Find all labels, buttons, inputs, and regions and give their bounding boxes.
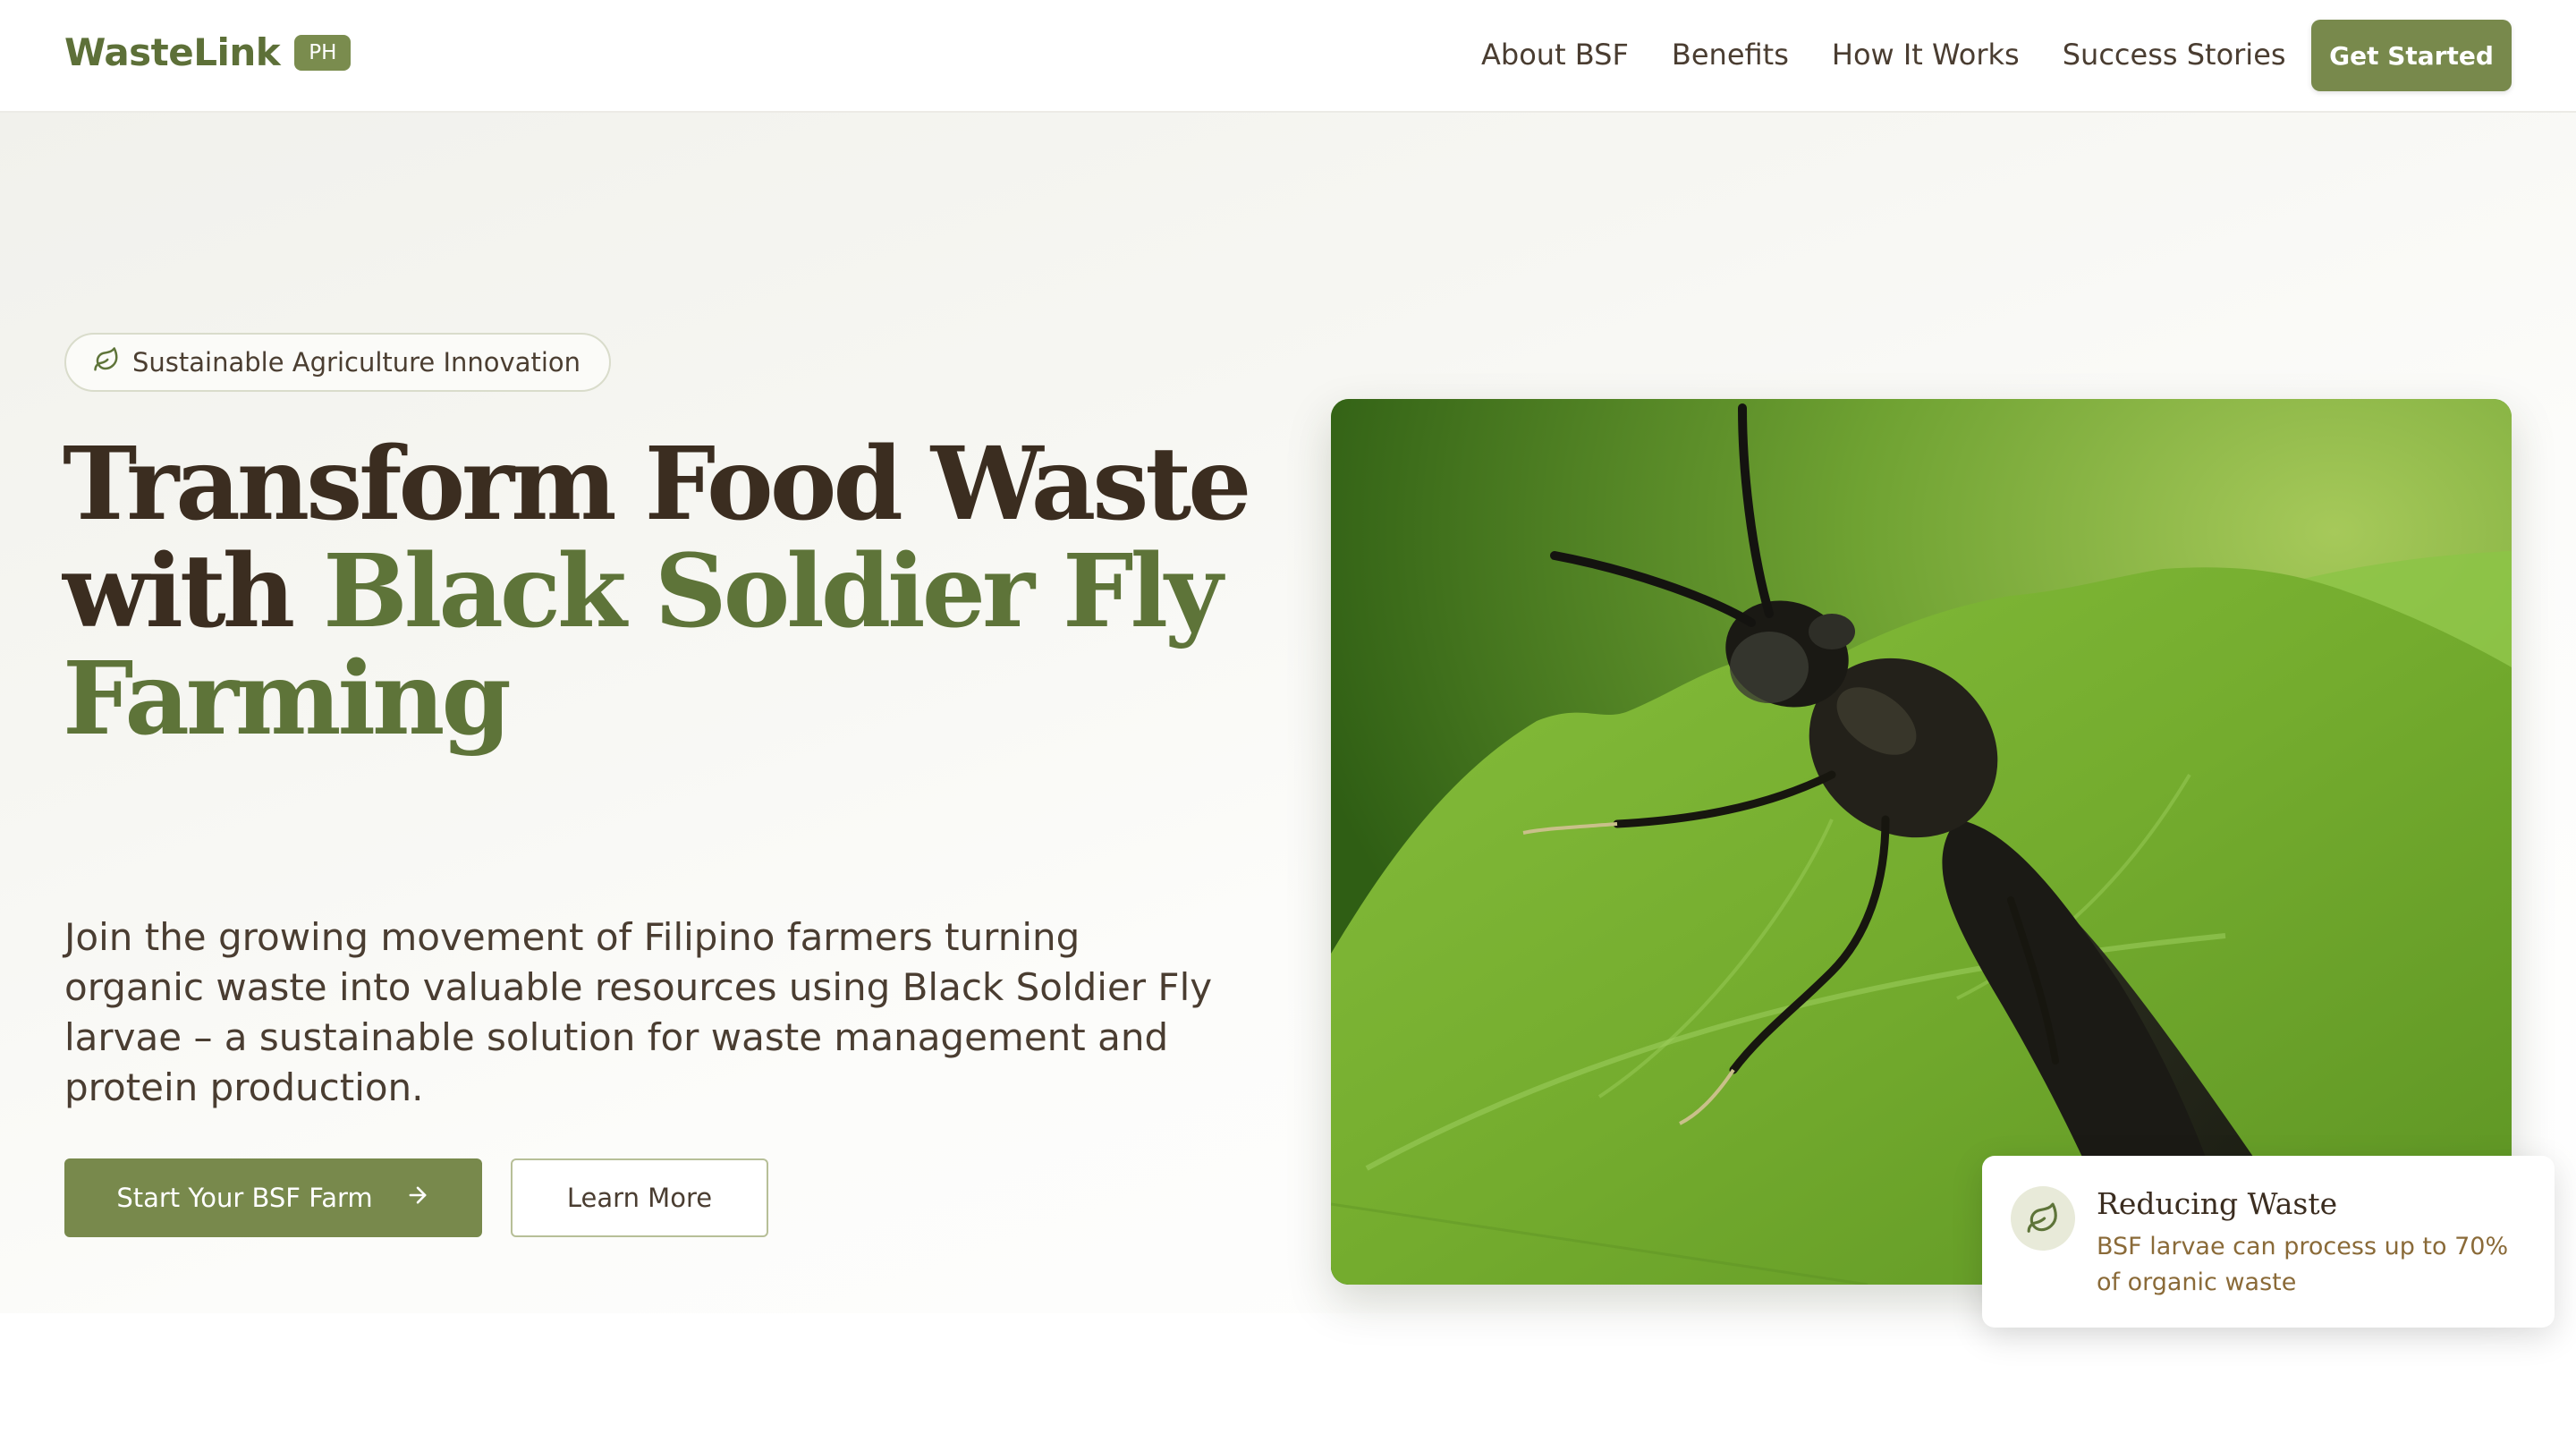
learn-more-button[interactable]: Learn More xyxy=(511,1158,768,1237)
info-card-title: Reducing Waste xyxy=(2097,1186,2338,1221)
leaf-icon xyxy=(2011,1186,2075,1251)
innovation-pill-badge: Sustainable Agriculture Innovation xyxy=(64,333,612,392)
black-soldier-fly-photo xyxy=(1331,399,2512,1285)
start-bsf-farm-label: Start Your BSF Farm xyxy=(116,1183,373,1213)
arrow-right-icon xyxy=(373,1183,430,1214)
hero-description: Join the growing movement of Filipino fa… xyxy=(64,915,1213,1109)
nav-link-success-stories[interactable]: Success Stories xyxy=(2063,34,2286,75)
brand-name: WasteLink xyxy=(64,30,281,74)
pill-label: Sustainable Agriculture Innovation xyxy=(132,347,581,378)
nav-link-how-it-works[interactable]: How It Works xyxy=(1832,34,2020,75)
hero-headline: Transform Food Waste with Black Soldier … xyxy=(63,431,1315,753)
nav-link-about-bsf[interactable]: About BSF xyxy=(1481,34,1629,75)
nav-links: About BSF Benefits How It Works Success … xyxy=(1481,34,2329,75)
leaf-icon xyxy=(93,346,132,379)
get-started-button[interactable]: Get Started xyxy=(2311,20,2512,91)
hero-section: Sustainable Agriculture Innovation Trans… xyxy=(0,113,2576,1328)
brand-country-badge: PH xyxy=(294,34,352,71)
start-bsf-farm-button[interactable]: Start Your BSF Farm xyxy=(64,1158,482,1237)
nav-link-benefits[interactable]: Benefits xyxy=(1672,34,1789,75)
reducing-waste-card: Reducing Waste BSF larvae can process up… xyxy=(1982,1156,2555,1328)
top-navigation-bar: WasteLink PH About BSF Benefits How It W… xyxy=(0,0,2576,113)
info-card-text: BSF larvae can process up to 70% of orga… xyxy=(2097,1233,2509,1296)
brand-logo[interactable]: WasteLink PH xyxy=(64,30,352,74)
